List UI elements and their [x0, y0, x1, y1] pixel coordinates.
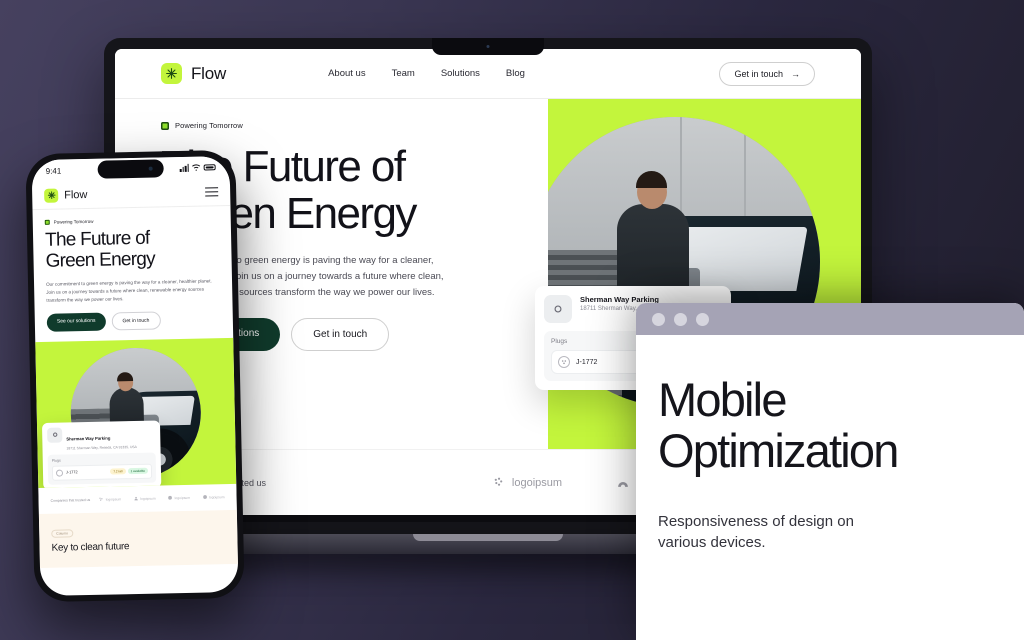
logo-item: logoipsum [99, 497, 122, 502]
phone-hero-eyebrow: Powering Tomorrow [44, 216, 219, 225]
wifi-icon [192, 164, 201, 171]
browser-paragraph-line1: Responsiveness of design on [658, 512, 854, 530]
logo-item: logoipsum [133, 496, 156, 501]
square-badge-icon [44, 219, 50, 225]
phone-heading-line1: The Future of [44, 227, 150, 251]
phone-eyebrow-label: Powering Tomorrow [53, 218, 94, 225]
cellular-bars-icon [179, 164, 189, 172]
phone-parking-card[interactable]: Sherman Way Parking 18711 Sherman Way, R… [41, 420, 162, 488]
phone-plug-power-badge: 7.2 kW [110, 468, 126, 475]
phone-footer-tag: Column [51, 529, 74, 538]
status-bar: 9:41 [31, 155, 230, 183]
circle-icon [168, 496, 173, 501]
phone-parking-address: 18711 Sherman Way, Reseda, CA 91335, USA [66, 444, 137, 451]
browser-paragraph-line2: various devices. [658, 534, 766, 552]
dots-cluster-icon [494, 477, 503, 486]
browser-heading: Mobile Optimization [658, 373, 1002, 477]
logo-label: logoipsum [105, 497, 122, 502]
brand-logo[interactable]: Flow [161, 63, 226, 84]
phone-navbar: Flow [31, 177, 231, 211]
browser-title-bar [636, 303, 1024, 335]
logo-label: logoipsum [511, 476, 563, 489]
browser-paragraph: Responsiveness of design on various devi… [658, 511, 1002, 555]
phone-see-our-solutions-button[interactable]: See our solutions [46, 312, 106, 332]
site-navbar: Flow About us Team Solutions Blog Get in… [115, 49, 861, 99]
phone-parking-header: Sherman Way Parking 18711 Sherman Way, R… [47, 425, 155, 450]
minimize-dot-icon[interactable] [674, 312, 687, 326]
get-in-touch-button[interactable]: Get in touch → [719, 61, 815, 86]
phone-hero-paragraph: Our commitment to green energy is paving… [46, 278, 212, 303]
nav-link-team[interactable]: Team [392, 68, 415, 79]
phone-brand-name: Flow [64, 188, 88, 201]
logo-label: logoipsum [140, 496, 156, 501]
charger-photo-icon [47, 427, 63, 443]
nav-link-solutions[interactable]: Solutions [441, 68, 480, 79]
logo-item: logoipsum [492, 476, 562, 489]
brand-name: Flow [191, 63, 227, 83]
sun-burst-icon [44, 188, 59, 203]
dots-cluster-icon [99, 497, 103, 502]
square-badge-icon [161, 121, 169, 130]
status-icons [179, 163, 216, 172]
logo-label: logoipsum [209, 495, 225, 500]
maximize-dot-icon[interactable] [696, 312, 709, 326]
phone-logo-row: logoipsum logoipsum logoipsum logoipsum [99, 495, 225, 503]
plug-socket-icon [558, 356, 570, 368]
person-icon [134, 497, 138, 501]
battery-icon [203, 164, 216, 171]
browser-heading-line2: Optimization [658, 423, 899, 477]
browser-content: Mobile Optimization Responsiveness of de… [636, 335, 1024, 554]
arrow-right-icon: → [791, 68, 800, 79]
close-dot-icon[interactable] [652, 312, 665, 326]
hero-eyebrow: Powering Tomorrow [161, 121, 548, 130]
circle-icon [202, 495, 207, 500]
phone-hero-image: Sherman Way Parking 18711 Sherman Way, R… [35, 337, 237, 488]
phone-plug-name: J-1772 [65, 470, 78, 475]
phone-plugs-label: Plugs [51, 458, 61, 463]
phone-trusted-label: Companies that trusted us [50, 497, 91, 503]
phone-hero-heading: The Future of Green Energy [45, 227, 220, 272]
charger-photo-icon [544, 295, 572, 323]
phone-hero-buttons: See our solutions Get in touch [46, 310, 221, 332]
phone-plug-row[interactable]: J-1772 7.2 kW 1 available [51, 463, 153, 481]
nav-link-about-us[interactable]: About us [328, 68, 366, 79]
logo-item: logoipsum [202, 495, 225, 500]
phone-mockup: 9:41 Flow Powering Tomorrow The Future o… [25, 149, 245, 603]
nav-links: About us Team Solutions Blog [328, 68, 525, 79]
phone-footer-section: Column Key to clean future [38, 509, 238, 568]
get-in-touch-label: Get in touch [734, 68, 783, 79]
status-time: 9:41 [45, 166, 62, 176]
dynamic-island [97, 159, 164, 179]
browser-window: Mobile Optimization Responsiveness of de… [636, 303, 1024, 640]
phone-get-in-touch-button[interactable]: Get in touch [111, 311, 161, 331]
hero-eyebrow-label: Powering Tomorrow [175, 121, 243, 130]
logo-item: logoipsum [168, 495, 191, 500]
phone-plug-availability-badge: 1 available [127, 468, 149, 475]
arch-icon [618, 481, 628, 487]
hamburger-menu-icon[interactable] [205, 186, 219, 197]
browser-heading-line1: Mobile [658, 373, 787, 426]
logo-label: logoipsum [174, 495, 191, 501]
phone-footer-heading: Key to clean future [51, 541, 130, 554]
phone-screen: 9:41 Flow Powering Tomorrow The Future o… [31, 155, 239, 597]
phone-heading-line2: Green Energy [45, 248, 156, 272]
phone-plugs-section: Plugs J-1772 7.2 kW 1 available [47, 452, 157, 485]
sun-burst-icon [161, 63, 182, 84]
plug-name: J-1772 [576, 358, 598, 366]
plug-socket-icon [55, 469, 64, 477]
laptop-camera-notch [432, 38, 544, 55]
nav-link-blog[interactable]: Blog [506, 68, 525, 79]
phone-parking-title: Sherman Way Parking [66, 435, 111, 442]
phone-plug-pills: 7.2 kW 1 available [110, 468, 149, 475]
phone-hero: Powering Tomorrow The Future of Green En… [33, 206, 234, 332]
hero-get-in-touch-button[interactable]: Get in touch [291, 318, 390, 352]
